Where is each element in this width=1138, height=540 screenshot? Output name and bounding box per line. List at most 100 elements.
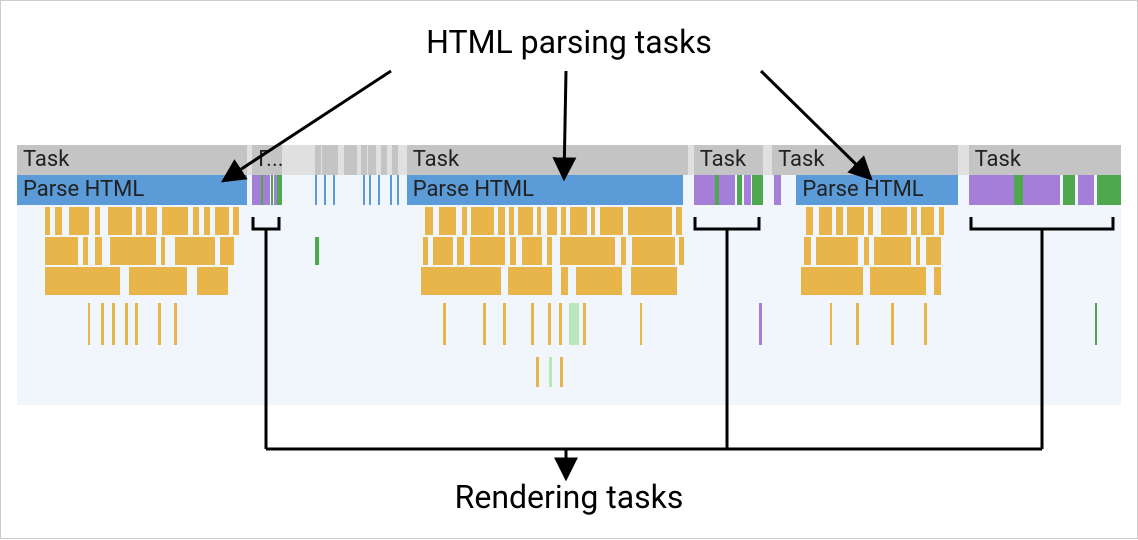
flame-bar (801, 267, 863, 295)
flame-bar (819, 207, 832, 235)
thin-activity-line (324, 175, 326, 205)
flame-bar (509, 207, 513, 235)
flame-bar (45, 237, 78, 265)
render-stripe (1078, 175, 1093, 205)
flame-bar (204, 207, 211, 235)
top-annotation-label: HTML parsing tasks (1, 23, 1137, 61)
render-stripe (277, 175, 282, 205)
flame-bar (146, 207, 157, 235)
flame-bar (88, 303, 91, 345)
task-block: Task (17, 145, 247, 175)
flame-bar (425, 207, 433, 235)
flame-bar (233, 207, 239, 235)
flame-bar (583, 303, 586, 345)
parse-html-block: Parse HTML (17, 175, 247, 205)
render-stripe (252, 175, 261, 205)
thin-activity-line (397, 175, 399, 205)
render-stripe (1063, 175, 1075, 205)
render-stripe (752, 175, 763, 205)
render-stripe (731, 175, 735, 205)
flame-bar (847, 207, 864, 235)
flame-bar (95, 207, 99, 235)
flame-bar (621, 237, 627, 265)
thin-activity-line (315, 175, 317, 205)
flame-row (17, 237, 1121, 265)
flame-bar (110, 237, 156, 265)
render-stripe (274, 175, 277, 205)
flame-bar (95, 237, 102, 265)
task-block (344, 145, 350, 175)
flame-bar (129, 267, 188, 295)
flame-chart (17, 207, 1121, 397)
parse-html-label: Parse HTML (23, 177, 144, 202)
flame-bar (175, 237, 215, 265)
flame-bar (125, 303, 128, 345)
flame-bar (881, 207, 906, 235)
flame-bar (470, 237, 505, 265)
flame-bar (816, 237, 858, 265)
flame-bar (600, 207, 623, 235)
flame-bar (483, 303, 486, 345)
render-stripe (737, 175, 743, 205)
flame-bar (421, 267, 500, 295)
flame-bar (193, 207, 200, 235)
flame-bar (548, 303, 551, 345)
flame-bar (561, 207, 565, 235)
performance-timeline: TaskΓ...TaskTaskTaskTask Parse HTMLParse… (17, 145, 1121, 405)
task-block: Γ... (252, 145, 282, 175)
flame-bar (462, 207, 468, 235)
flame-bar (759, 303, 762, 345)
flame-bar (891, 303, 894, 345)
flame-bar (531, 303, 534, 345)
flame-bar (560, 237, 615, 265)
render-stripe (744, 175, 751, 205)
flame-bar (874, 237, 912, 265)
flame-bar (559, 303, 562, 345)
flame-bar (439, 207, 457, 235)
render-stripe (719, 175, 732, 205)
thin-activity-line (333, 175, 335, 205)
render-stripe (694, 175, 715, 205)
flame-bar (508, 267, 552, 295)
flame-bar (161, 237, 165, 265)
task-block-label: Task (700, 147, 746, 172)
activity-row: Parse HTMLParse HTMLParse HTML (17, 175, 1121, 205)
flame-bar (423, 237, 427, 265)
flame-bar (868, 207, 872, 235)
task-block (315, 145, 321, 175)
flame-bar (45, 207, 51, 235)
flame-bar (69, 207, 89, 235)
flame-bar (547, 237, 553, 265)
flame-bar (856, 303, 859, 345)
flame-bar (471, 207, 494, 235)
flame-bar (510, 237, 516, 265)
thin-activity-line (378, 175, 380, 205)
flame-bar (83, 237, 87, 265)
task-block: Task (969, 145, 1121, 175)
flame-bar (547, 207, 557, 235)
task-block (381, 145, 387, 175)
flame-bar (806, 207, 813, 235)
render-stripe (1051, 175, 1060, 205)
render-stripe (1097, 175, 1121, 205)
flame-bar (45, 267, 120, 295)
flame-bar (174, 303, 177, 345)
flame-bar (836, 207, 843, 235)
flame-bar (570, 207, 587, 235)
flame-bar (55, 207, 63, 235)
flame-bar (576, 267, 622, 295)
render-cluster (252, 175, 282, 205)
flame-bar (911, 207, 917, 235)
task-block: Task (407, 145, 689, 175)
render-stripe (969, 175, 1015, 205)
task-block (350, 145, 357, 175)
task-block (322, 145, 339, 175)
flame-bar (215, 207, 229, 235)
flame-bar (162, 207, 188, 235)
flame-bar (628, 207, 672, 235)
flame-bar (676, 207, 682, 235)
flame-bar (443, 303, 446, 345)
flame-bar (537, 207, 541, 235)
flame-bar (924, 303, 927, 345)
flame-bar (631, 267, 677, 295)
